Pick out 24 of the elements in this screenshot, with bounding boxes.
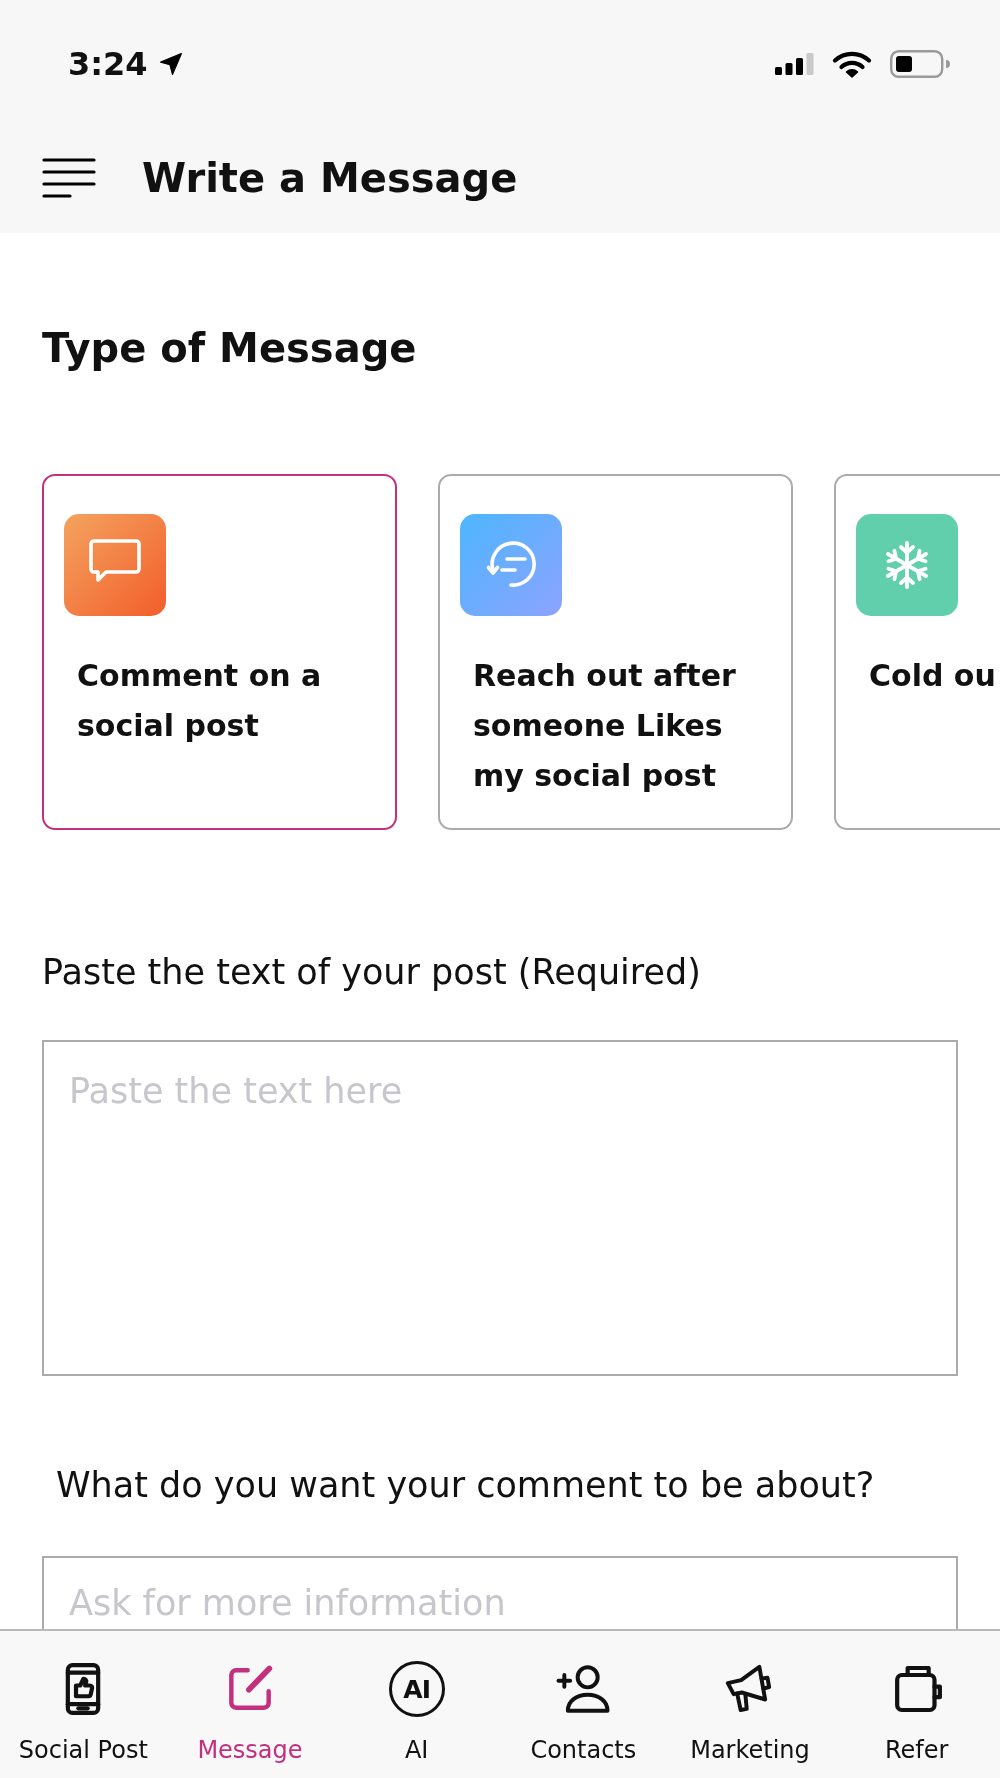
wifi-icon [832,50,872,78]
text-area[interactable]: Ask for more information [42,1556,958,1629]
message-type-card[interactable]: Reach out after someone Likes my social post [438,474,793,830]
tab-bar-item[interactable]: Contacts [530,1661,637,1765]
field-label: Paste the text of your post (Required) [42,952,701,992]
ai-circle-icon: AI [388,1661,445,1717]
snowflake-icon [856,514,958,616]
status-time: 3:24 [68,44,148,84]
menu-icon[interactable] [42,158,96,198]
battery-icon [890,50,950,78]
field-label: What do you want your comment to be about? [56,1465,875,1505]
tab-bar-item[interactable]: Marketing [690,1661,810,1765]
tab-bar-item[interactable]: AI AI [388,1661,445,1765]
tab-bar-item[interactable]: Refer [884,1661,949,1765]
message-type-card[interactable]: Cold ou [834,474,1000,830]
tab-bar-item[interactable]: Social Post [18,1661,148,1765]
signal-icon [775,53,814,75]
tab-bar-item[interactable]: Message [197,1661,303,1765]
page-title: Write a Message [142,154,518,203]
message-type-card[interactable]: Comment on a social post [42,474,397,830]
speech-bubble-icon [64,514,166,616]
location-arrow-icon [157,51,184,77]
text-area[interactable]: Paste the text here [42,1040,958,1376]
section-heading: Type of Message [42,325,417,371]
